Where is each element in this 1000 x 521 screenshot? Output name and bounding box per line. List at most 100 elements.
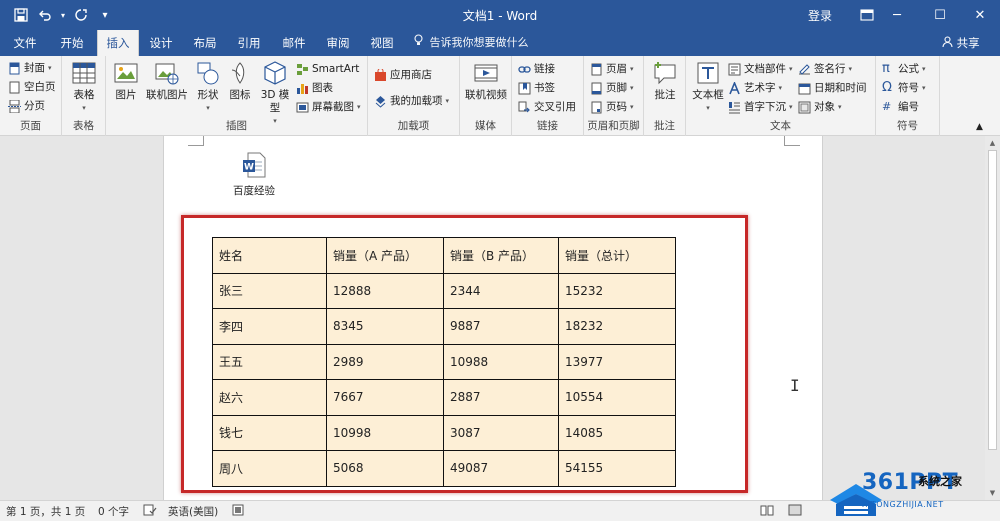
- chart-button[interactable]: 图表: [296, 79, 333, 97]
- vertical-scrollbar[interactable]: ▲ ▼: [985, 136, 1000, 500]
- share-button[interactable]: 共享: [942, 30, 980, 56]
- document-page[interactable]: W 百度经验 姓名 销量（A 产品） 销量（B 产品） 销量（总计） 张三 12…: [163, 136, 823, 500]
- proofing-icon[interactable]: [143, 504, 157, 519]
- table-header-cell[interactable]: 销量（B 产品）: [443, 237, 559, 274]
- table-cell[interactable]: 12888: [326, 272, 444, 309]
- tab-mailings[interactable]: 邮件: [275, 30, 313, 56]
- table-header-cell[interactable]: 销量（总计）: [558, 237, 676, 274]
- tab-layout[interactable]: 布局: [186, 30, 224, 56]
- macro-recording-icon[interactable]: [232, 504, 244, 519]
- crop-mark-top-left: [188, 136, 204, 146]
- table-cell[interactable]: 10998: [326, 414, 444, 451]
- tab-home[interactable]: 开始: [52, 30, 92, 56]
- print-layout-icon[interactable]: [788, 504, 802, 519]
- table-cell[interactable]: 8345: [326, 308, 444, 345]
- table-cell[interactable]: 2887: [443, 379, 559, 416]
- group-pages: 封面 ▾ 空白页 分页 页面: [0, 56, 62, 136]
- read-mode-icon[interactable]: [760, 504, 774, 519]
- equation-button[interactable]: π 公式 ▾: [882, 60, 926, 78]
- scrollbar-thumb[interactable]: [988, 150, 997, 450]
- table-cell[interactable]: 18232: [558, 308, 676, 345]
- tell-me-box[interactable]: 告诉我你想要做什么: [414, 30, 529, 56]
- office-store-button[interactable]: 应用商店: [374, 66, 432, 84]
- tab-design[interactable]: 设计: [142, 30, 180, 56]
- smartart-button[interactable]: SmartArt: [296, 60, 359, 78]
- table-cell[interactable]: 7667: [326, 379, 444, 416]
- pi-icon: π: [882, 61, 890, 76]
- quick-parts-button[interactable]: 文档部件 ▾: [728, 60, 793, 78]
- footer-button[interactable]: 页脚 ▾: [590, 79, 634, 97]
- table-cell[interactable]: 10988: [443, 343, 559, 380]
- table-button[interactable]: 表格 ▾: [68, 60, 100, 115]
- icons-button[interactable]: 图标: [226, 60, 254, 102]
- group-tables: 表格 ▾ 表格: [62, 56, 106, 136]
- tab-insert[interactable]: 插入: [97, 30, 139, 56]
- text-box-button[interactable]: 文本框 ▾: [690, 60, 726, 115]
- table-cell[interactable]: 张三: [212, 272, 327, 309]
- table-cell[interactable]: 49087: [443, 450, 559, 487]
- page-count-status[interactable]: 第 1 页，共 1 页: [6, 504, 85, 519]
- page-break-button[interactable]: 分页: [8, 97, 45, 115]
- table-cell[interactable]: 5068: [326, 450, 444, 487]
- table-cell[interactable]: 54155: [558, 450, 676, 487]
- chevron-down-icon: ▾: [206, 104, 210, 112]
- document-area[interactable]: W 百度经验 姓名 销量（A 产品） 销量（B 产品） 销量（总计） 张三 12…: [0, 136, 1000, 500]
- comment-button[interactable]: 批注: [648, 60, 682, 102]
- embedded-word-object[interactable]: W 百度经验: [224, 152, 284, 198]
- table-cell[interactable]: 15232: [558, 272, 676, 309]
- table-cell[interactable]: 14085: [558, 414, 676, 451]
- scroll-up-arrow-icon[interactable]: ▲: [985, 136, 1000, 150]
- number-button[interactable]: # 编号: [882, 98, 919, 116]
- table-header-cell[interactable]: 销量（A 产品）: [326, 237, 444, 274]
- table-cell[interactable]: 13977: [558, 343, 676, 380]
- collapse-ribbon-icon[interactable]: ▲: [976, 118, 983, 136]
- symbol-button[interactable]: Ω 符号 ▾: [882, 79, 926, 97]
- table-cell[interactable]: 周八: [212, 450, 327, 487]
- table-cell[interactable]: 2344: [443, 272, 559, 309]
- table-header-cell[interactable]: 姓名: [212, 237, 327, 274]
- cover-page-button[interactable]: 封面 ▾: [8, 59, 52, 77]
- tab-references[interactable]: 引用: [230, 30, 268, 56]
- tab-view[interactable]: 视图: [363, 30, 401, 56]
- table-cell[interactable]: 赵六: [212, 379, 327, 416]
- word-count-status[interactable]: 0 个字: [98, 504, 129, 519]
- tab-review[interactable]: 审阅: [319, 30, 357, 56]
- group-media: 联机视频 媒体: [460, 56, 512, 136]
- screenshot-button[interactable]: 屏幕截图 ▾: [296, 98, 361, 116]
- close-button[interactable]: ✕: [960, 0, 1000, 30]
- date-time-button[interactable]: 日期和时间: [798, 79, 867, 97]
- online-pictures-button[interactable]: 联机图片: [144, 60, 190, 102]
- table-cell[interactable]: 2989: [326, 343, 444, 380]
- maximize-button[interactable]: ☐: [920, 0, 960, 30]
- shapes-button[interactable]: 形状 ▾: [194, 60, 222, 115]
- scroll-down-arrow-icon[interactable]: ▼: [985, 486, 1000, 500]
- bookmark-button[interactable]: 书签: [518, 79, 555, 97]
- object-button[interactable]: 对象 ▾: [798, 98, 842, 116]
- minimize-button[interactable]: ─: [877, 0, 917, 30]
- wordart-button[interactable]: 艺术字 ▾: [728, 79, 782, 97]
- signin-link[interactable]: 登录: [808, 7, 832, 24]
- footer-icon: [591, 82, 602, 94]
- table-cell[interactable]: 李四: [212, 308, 327, 345]
- language-status[interactable]: 英语(美国): [168, 504, 218, 519]
- tab-file[interactable]: 文件: [6, 30, 44, 56]
- link-button[interactable]: 链接: [518, 60, 555, 78]
- table-cell[interactable]: 钱七: [212, 414, 327, 451]
- table-cell[interactable]: 3087: [443, 414, 559, 451]
- pictures-button[interactable]: 图片: [112, 60, 140, 102]
- group-links: 链接 书签 交叉引用 链接: [512, 56, 584, 136]
- sales-table[interactable]: 姓名 销量（A 产品） 销量（B 产品） 销量（总计） 张三 12888 234…: [212, 237, 676, 487]
- my-addins-button[interactable]: 我的加载项 ▾: [374, 92, 449, 110]
- header-button[interactable]: 页眉 ▾: [590, 60, 634, 78]
- blank-page-button[interactable]: 空白页: [8, 78, 56, 96]
- table-cell[interactable]: 10554: [558, 379, 676, 416]
- signature-line-button[interactable]: 签名行 ▾: [798, 60, 852, 78]
- online-video-button[interactable]: 联机视频: [464, 60, 508, 102]
- group-label-comments: 批注: [654, 120, 675, 132]
- cross-reference-button[interactable]: 交叉引用: [518, 98, 576, 116]
- drop-cap-button[interactable]: 首字下沉 ▾: [728, 98, 793, 116]
- page-number-button[interactable]: 页码 ▾: [590, 98, 634, 116]
- page-number-icon: [591, 101, 602, 113]
- table-cell[interactable]: 9887: [443, 308, 559, 345]
- table-cell[interactable]: 王五: [212, 343, 327, 380]
